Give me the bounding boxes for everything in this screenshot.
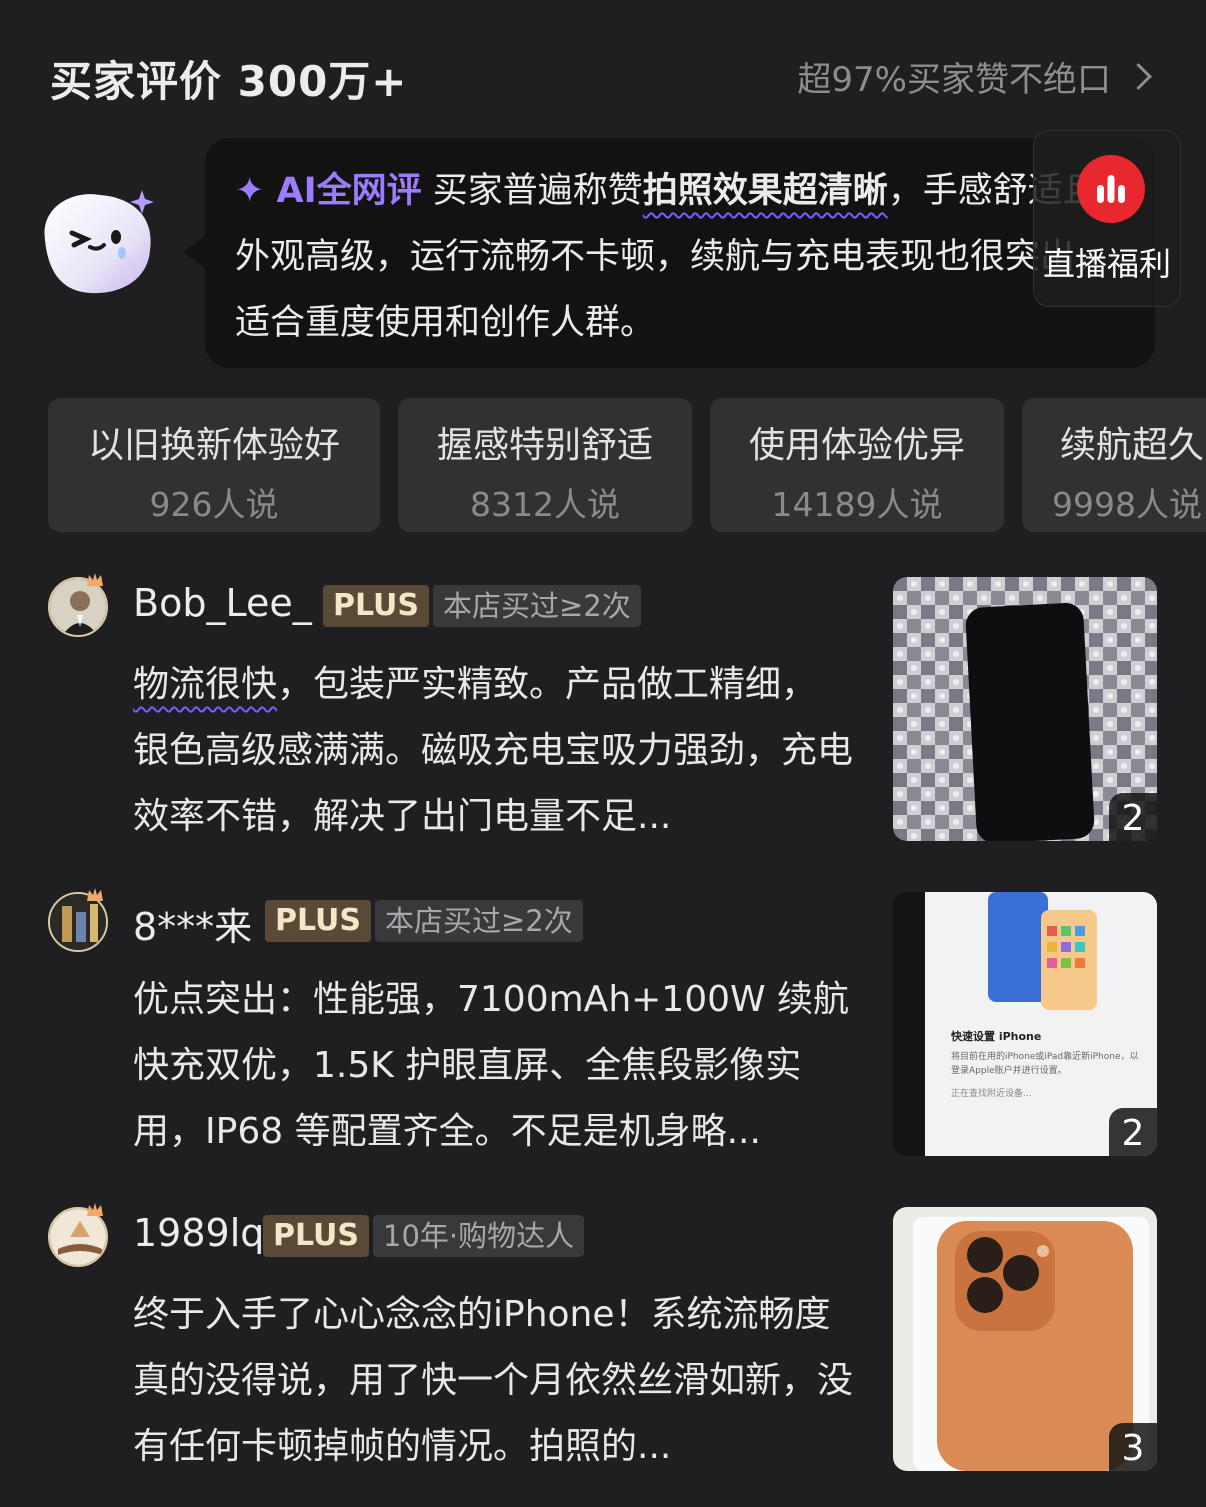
chevron-right-icon bbox=[1125, 63, 1152, 90]
satisfaction-text: 超97%买家赞不绝口 bbox=[797, 60, 1111, 100]
crown-badge-icon bbox=[87, 1203, 103, 1216]
tag-count: 14189人说 bbox=[771, 485, 943, 524]
image-caption: 快速设置 iPhone 将目前在用的iPhone或iPad靠近新iPhone，以… bbox=[951, 1028, 1141, 1099]
purchase-badge: 10年·购物达人 bbox=[373, 1215, 585, 1257]
ai-summary-card[interactable]: ✦ AI全网评 买家普遍称赞拍照效果超清晰，手感舒适且外观高级，运行流畅不卡顿，… bbox=[183, 138, 1155, 368]
tag-chip[interactable]: 以旧换新体验好 926人说 bbox=[48, 398, 380, 532]
image-count: 3 bbox=[1109, 1423, 1157, 1471]
live-stream-icon bbox=[1077, 155, 1145, 223]
review-text[interactable]: 优点突出：性能强，7100mAh+100W 续航快充双优，1.5K 护眼直屏、全… bbox=[133, 967, 853, 1165]
ai-summary-label: ✦ AI全网评 bbox=[235, 171, 422, 211]
image-caption-title: 快速设置 iPhone bbox=[951, 1030, 1042, 1043]
bubble-pointer bbox=[183, 236, 205, 268]
user-name[interactable]: Bob_Lee_ bbox=[133, 581, 312, 625]
image-caption-body: 将目前在用的iPhone或iPad靠近新iPhone，以登录Apple账户并进行… bbox=[951, 1052, 1139, 1076]
review-text[interactable]: 终于入手了心心念念的iPhone！系统流畅度真的没得说，用了快一个月依然丝滑如新… bbox=[133, 1282, 853, 1480]
tag-chip[interactable]: 使用体验优异 14189人说 bbox=[710, 398, 1004, 532]
tag-chip[interactable]: 续航超久 9998人说 bbox=[1022, 398, 1206, 532]
ai-summary-highlight: 拍照效果超清晰 bbox=[642, 171, 888, 211]
crown-badge-icon bbox=[87, 888, 103, 901]
review-tags: 以旧换新体验好 926人说 握感特别舒适 8312人说 使用体验优异 14189… bbox=[48, 398, 1206, 533]
reviews-summary-link[interactable]: 超97%买家赞不绝口 bbox=[797, 52, 1156, 101]
tag-label: 以旧换新体验好 bbox=[87, 425, 340, 466]
review-image[interactable]: 3 bbox=[893, 1207, 1157, 1471]
tag-label: 握感特别舒适 bbox=[436, 425, 653, 466]
tag-count: 8312人说 bbox=[470, 485, 620, 524]
review-highlight: 物流很快 bbox=[133, 664, 278, 705]
review-text[interactable]: 物流很快，包装严实精致。产品做工精细，银色高级感满满。磁吸充电宝吸力强劲，充电效… bbox=[133, 652, 853, 850]
review-item[interactable]: Bob_Lee_ PLUS 本店买过≥2次 物流很快，包装严实精致。产品做工精细… bbox=[0, 573, 1206, 877]
tag-label: 续航超久 bbox=[1060, 425, 1205, 466]
tag-count: 9998人说 bbox=[1052, 485, 1202, 524]
user-name[interactable]: 1989lq bbox=[133, 1211, 264, 1255]
plus-badge: PLUS bbox=[323, 585, 430, 627]
tag-chip[interactable]: 握感特别舒适 8312人说 bbox=[398, 398, 692, 532]
image-count: 2 bbox=[1109, 793, 1157, 841]
image-count: 2 bbox=[1109, 1108, 1157, 1156]
review-image[interactable]: 快速设置 iPhone 将目前在用的iPhone或iPad靠近新iPhone，以… bbox=[893, 892, 1157, 1156]
reviews-title: 买家评价 300万+ bbox=[50, 57, 408, 106]
purchase-badge: 本店买过≥2次 bbox=[375, 900, 583, 942]
review-item[interactable]: 1989lq PLUS 10年·购物达人 终于入手了心心念念的iPhone！系统… bbox=[0, 1203, 1206, 1507]
tag-count: 926人说 bbox=[149, 485, 279, 524]
tag-label: 使用体验优异 bbox=[748, 425, 965, 466]
review-image[interactable]: 2 bbox=[893, 577, 1157, 841]
ai-summary-text-start: 买家普遍称赞 bbox=[432, 171, 643, 211]
reviews-header: 买家评价 300万+ 超97%买家赞不绝口 bbox=[50, 40, 1156, 110]
user-name[interactable]: 8***来 bbox=[133, 896, 252, 951]
review-item[interactable]: 8***来 PLUS 本店买过≥2次 优点突出：性能强，7100mAh+100W… bbox=[0, 888, 1206, 1192]
plus-badge: PLUS bbox=[263, 1215, 370, 1257]
live-benefit-label: 直播福利 bbox=[1042, 245, 1171, 283]
live-benefit-widget[interactable]: 直播福利 bbox=[1033, 130, 1181, 307]
crown-badge-icon bbox=[87, 573, 103, 586]
ai-mascot-icon bbox=[30, 185, 160, 300]
image-caption-status: 正在查找附近设备... bbox=[951, 1089, 1032, 1099]
plus-badge: PLUS bbox=[265, 900, 372, 942]
purchase-badge: 本店买过≥2次 bbox=[433, 585, 641, 627]
